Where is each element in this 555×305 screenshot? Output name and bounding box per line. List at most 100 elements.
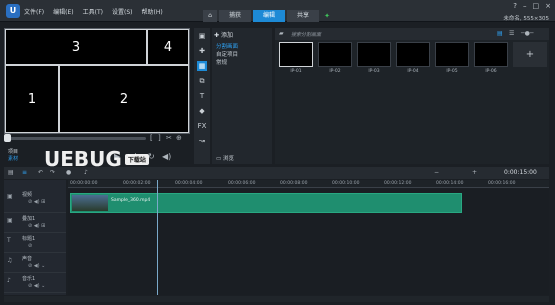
watermark-badge: 下载站 — [124, 153, 149, 165]
track-header-music[interactable]: ♪ 音乐1 ⊘ ◀) ⌄ — [4, 273, 66, 293]
record-icon[interactable]: ● — [66, 169, 71, 176]
track-name: 视频 — [22, 192, 33, 198]
loop-icon[interactable]: ↻ — [148, 152, 155, 161]
split-cell-1[interactable]: 1 — [5, 65, 59, 133]
extras-icon[interactable]: ✦ — [321, 10, 333, 22]
minimize-icon[interactable]: – — [523, 2, 527, 10]
storyboard-view-icon[interactable]: ▤ — [8, 169, 14, 176]
thumbnail-grid: IP-01 IP-02 IP-03 IP-04 IP-05 IP-06 + — [279, 42, 547, 74]
menu-edit[interactable]: 编辑(E) — [53, 7, 73, 16]
track-header-voice[interactable]: ♫ 声音 ⊘ ◀) ⌄ — [4, 253, 66, 273]
add-label: 添加 — [220, 32, 233, 39]
library-toolbar: ▰ 搜索分割画面 ▤ ☰ ─●─ — [275, 28, 549, 40]
mark-in-icon[interactable]: [ — [150, 134, 153, 142]
timeline-scrollbar[interactable] — [4, 296, 549, 302]
tab-share[interactable]: 共享 — [287, 10, 320, 22]
split-cell-3[interactable]: 3 — [5, 29, 147, 65]
menu-settings[interactable]: 设置(S) — [112, 7, 133, 16]
track-header-overlay[interactable]: ▣ 叠加1 ⊘ ◀) ⊞ — [4, 213, 66, 233]
cut-icon[interactable]: ✂ — [166, 134, 172, 142]
timeline-tracks[interactable]: Sample_360.mp4 — [68, 189, 549, 295]
thumbnail-item[interactable]: IP-02 — [318, 42, 352, 74]
zoom-icon[interactable]: ⊕ — [176, 134, 182, 142]
clip-thumbnail — [72, 195, 108, 211]
category-list: 分割画面 自定项目 常规 — [216, 43, 238, 67]
title-track-icon: T — [7, 237, 11, 244]
menu-file[interactable]: 文件(F) — [24, 7, 44, 16]
search-input[interactable]: 搜索分割画面 — [291, 31, 321, 38]
maximize-icon[interactable]: □ — [533, 2, 540, 10]
playhead[interactable] — [157, 180, 158, 295]
menu-help[interactable]: 帮助(H) — [141, 7, 162, 16]
media-icon[interactable]: ▣ — [197, 31, 207, 41]
add-thumbnail[interactable]: + — [513, 42, 547, 74]
ruler-tick: 00:00:06:00 — [228, 181, 256, 186]
close-icon[interactable]: × — [545, 2, 551, 10]
thumbnail-item[interactable]: IP-05 — [435, 42, 469, 74]
thumbnail-label: IP-03 — [368, 69, 380, 74]
timeline-ruler[interactable]: 00:00:00:00 00:00:02:00 00:00:04:00 00:0… — [68, 180, 549, 188]
thumbnail-label: IP-06 — [485, 69, 497, 74]
mixer-icon[interactable]: ♪ — [84, 169, 88, 176]
ruler-tick: 00:00:14:00 — [436, 181, 464, 186]
project-mode-label[interactable]: 项目 — [8, 148, 18, 155]
title-icon[interactable]: T — [197, 91, 207, 101]
redo-icon[interactable]: ↷ — [50, 169, 55, 176]
help-icon[interactable]: ? — [513, 2, 517, 10]
split-cell-2[interactable]: 2 — [59, 65, 189, 133]
browse-label: 浏览 — [222, 156, 234, 162]
library-icon-column: ▣ ✚ ▦ ⧉ T ◆ FX ↝ — [194, 28, 210, 164]
thumbnail-item[interactable]: IP-01 — [279, 42, 313, 74]
thumbnail-item[interactable]: IP-04 — [396, 42, 430, 74]
clip-mode-label[interactable]: 素材 — [8, 155, 18, 162]
track-controls[interactable]: ⊘ ◀) ⌄ — [28, 263, 45, 269]
clip-label: Sample_360.mp4 — [111, 198, 151, 203]
ruler-tick: 00:00:02:00 — [123, 181, 151, 186]
transition-icon[interactable]: ⧉ — [197, 76, 207, 86]
scrubber-handle[interactable] — [4, 134, 11, 142]
workspace-tabs: ⌂ 捕获 编辑 共享 ✦ — [203, 10, 333, 22]
filter-icon[interactable]: FX — [197, 121, 207, 131]
thumbnail-item[interactable]: IP-03 — [357, 42, 391, 74]
home-tab-icon[interactable]: ⌂ — [203, 10, 217, 22]
track-header-title[interactable]: T 标题1 ⊘ — [4, 233, 66, 253]
tab-capture[interactable]: 捕获 — [219, 10, 252, 22]
ruler-tick: 00:00:08:00 — [280, 181, 308, 186]
timeline-view-icon[interactable]: ≡ — [22, 169, 27, 176]
track-controls[interactable]: ⊘ — [28, 243, 32, 249]
split-screen-icon[interactable]: ▦ — [197, 61, 207, 71]
thumbnail-image — [474, 42, 508, 67]
track-controls[interactable]: ⊘ ◀) ⌄ — [28, 283, 45, 289]
instant-project-icon[interactable]: ✚ — [197, 46, 207, 56]
thumbnail-item[interactable]: IP-06 — [474, 42, 508, 74]
browse-button[interactable]: ▭ 浏览 — [216, 154, 234, 162]
preview-scrubber[interactable] — [6, 137, 146, 140]
category-general[interactable]: 常规 — [216, 59, 238, 67]
track-controls[interactable]: ⊘ ◀) ⊞ — [28, 199, 45, 205]
path-icon[interactable]: ↝ — [197, 136, 207, 146]
track-controls[interactable]: ⊘ ◀) ⊞ — [28, 223, 45, 229]
thumbnail-label: IP-04 — [407, 69, 419, 74]
volume-icon[interactable]: ◀) — [162, 152, 171, 161]
sort-icon[interactable]: ▤ — [497, 30, 503, 37]
view-icon[interactable]: ☰ — [509, 30, 514, 37]
mark-out-icon[interactable]: ] — [158, 134, 161, 142]
graphics-icon[interactable]: ◆ — [197, 106, 207, 116]
track-header-video[interactable]: ▣ 视频 ⊘ ◀) ⊞ — [4, 189, 66, 213]
thumb-size-slider[interactable]: ─●─ — [521, 30, 533, 37]
category-custom[interactable]: 自定项目 — [216, 51, 238, 59]
undo-icon[interactable]: ↶ — [38, 169, 43, 176]
add-category-button[interactable]: ✚ 添加 — [214, 30, 233, 39]
menu-tools[interactable]: 工具(T) — [83, 7, 103, 16]
video-clip[interactable]: Sample_360.mp4 — [70, 193, 462, 213]
thumbnail-image — [396, 42, 430, 67]
folder-icon[interactable]: ▰ — [279, 30, 284, 37]
zoom-in-icon[interactable]: + — [472, 169, 477, 176]
music-track-icon: ♪ — [7, 277, 11, 284]
split-cell-4[interactable]: 4 — [147, 29, 189, 65]
tab-edit[interactable]: 编辑 — [253, 10, 286, 22]
category-split-screen[interactable]: 分割画面 — [216, 43, 238, 51]
zoom-out-icon[interactable]: − — [434, 169, 439, 176]
preview-window[interactable]: 3 4 1 2 — [4, 28, 190, 134]
timecode-display[interactable]: 0:00:15:00 — [504, 169, 537, 176]
